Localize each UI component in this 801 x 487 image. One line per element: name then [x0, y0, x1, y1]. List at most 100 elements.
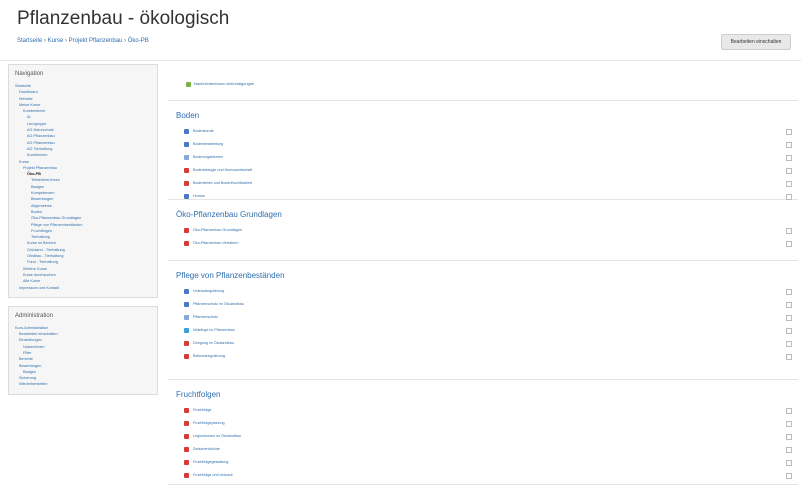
activity-row[interactable]: Düngung im Ökolandbau	[184, 339, 796, 349]
activity-link[interactable]: Nützlinge im Pflanzenbau	[193, 328, 235, 332]
navigation-list: Startseite Dashboard Website Meine Kurse Kur…	[15, 83, 151, 291]
activity-row[interactable]: Bodenbiologie und Humuswirtschaft	[184, 166, 796, 176]
activity-row[interactable]: Pflanzenschutz im Ökolandbau	[184, 300, 796, 310]
edit-mode-button[interactable]: Bearbeiten einschalten	[721, 34, 791, 50]
section-title[interactable]: Boden	[176, 111, 199, 120]
activity-row[interactable]: Nützlinge im Pflanzenbau	[184, 326, 796, 336]
pdf-icon	[184, 473, 189, 478]
activity-row[interactable]: Öko-Pflanzenbau Verfahren	[184, 239, 796, 249]
section-title[interactable]: Pflege von Pflanzenbeständen	[176, 271, 285, 280]
pdf-icon	[184, 341, 189, 346]
activity-link[interactable]: Pflanzenschutz im Ökolandbau	[193, 302, 244, 306]
course-section: Öko-Pflanzenbau Grundlagen Öko-Pflanzenba…	[168, 200, 798, 261]
course-section: Boden Bodenkunde Bodenbearbeitung Bodenorga…	[168, 101, 798, 200]
activity-link[interactable]: Zwischenfrüchte	[193, 447, 220, 451]
activity-row[interactable]: Bodenleben und Bodenfruchtbarkeit	[184, 179, 796, 189]
completion-checkbox[interactable]	[786, 354, 792, 360]
activity-row[interactable]: Beikrautregulierung	[184, 352, 796, 362]
activity-link[interactable]: Pflanzenschutz	[193, 315, 218, 319]
activity-row[interactable]: Bodenbearbeitung	[184, 140, 796, 150]
activity-row[interactable]: Bodenkunde	[184, 127, 796, 137]
sidebar: Navigation Startseite Dashboard Website Mei…	[8, 64, 158, 403]
breadcrumb[interactable]: Startseite › Kurse › Projekt Pflanzenbau…	[17, 38, 149, 44]
pdf-icon	[184, 460, 189, 465]
section-title[interactable]: Fruchtfolgen	[176, 390, 220, 399]
pdf-icon	[184, 408, 189, 413]
activity-row[interactable]: Fruchtfolge	[184, 406, 796, 416]
pdf-icon	[184, 447, 189, 452]
completion-checkbox[interactable]	[786, 302, 792, 308]
announcement-row[interactable]: Nachrichtenforum Ankündigungen	[168, 64, 798, 101]
completion-checkbox[interactable]	[786, 434, 792, 440]
activity-link[interactable]: Beikrautregulierung	[193, 354, 225, 358]
document-icon	[184, 129, 189, 134]
completion-checkbox[interactable]	[786, 460, 792, 466]
activity-link[interactable]: Bodenleben und Bodenfruchtbarkeit	[193, 181, 252, 185]
activity-row[interactable]: Pflanzenschutz	[184, 313, 796, 323]
activity-link[interactable]: Humus	[193, 194, 205, 198]
activity-row[interactable]: Unkrautregulierung	[184, 287, 796, 297]
completion-checkbox[interactable]	[786, 473, 792, 479]
pdf-icon	[184, 228, 189, 233]
activity-link[interactable]: Fruchtfolgegestaltung	[193, 460, 228, 464]
pdf-icon	[184, 181, 189, 186]
activity-link[interactable]: Bodenbiologie und Humuswirtschaft	[193, 168, 252, 172]
completion-checkbox[interactable]	[786, 289, 792, 295]
administration-block-title: Administration	[15, 312, 54, 319]
activity-link[interactable]: Düngung im Ökolandbau	[193, 341, 234, 345]
document-icon	[184, 142, 189, 147]
nav-item[interactable]: Impressum und Kontakt	[15, 285, 151, 291]
pdf-icon	[184, 354, 189, 359]
course-content: Nachrichtenforum Ankündigungen Boden Bode…	[168, 64, 798, 487]
completion-checkbox[interactable]	[786, 129, 792, 135]
course-section: Fruchtfolgen Fruchtfolge Fruchtfolgeplanun…	[168, 380, 798, 485]
activity-link[interactable]: Fruchtfolgeplanung	[193, 421, 225, 425]
image-icon	[184, 315, 189, 320]
completion-checkbox[interactable]	[786, 181, 792, 187]
activity-link[interactable]: Fruchtfolge	[193, 408, 211, 412]
activity-link[interactable]: Fruchtfolge und Unkraut	[193, 473, 233, 477]
activity-row[interactable]: Fruchtfolgeplanung	[184, 419, 796, 429]
pdf-icon	[184, 241, 189, 246]
document-icon	[184, 194, 189, 199]
completion-checkbox[interactable]	[786, 155, 792, 161]
completion-checkbox[interactable]	[786, 228, 792, 234]
completion-checkbox[interactable]	[786, 341, 792, 347]
administration-list: Kurs-Administration Bearbeiten einschalte…	[15, 325, 151, 388]
page-title: Pflanzenbau - ökologisch	[17, 8, 230, 29]
activity-row[interactable]: Leguminosen im Ökolandbau	[184, 432, 796, 442]
activity-row[interactable]: Zwischenfrüchte	[184, 445, 796, 455]
completion-checkbox[interactable]	[786, 315, 792, 321]
completion-checkbox[interactable]	[786, 168, 792, 174]
completion-checkbox[interactable]	[786, 447, 792, 453]
activity-link[interactable]: Bodenbearbeitung	[193, 142, 223, 146]
activity-link[interactable]: Bodenorganismen	[193, 155, 223, 159]
completion-checkbox[interactable]	[786, 142, 792, 148]
activity-row[interactable]: Fruchtfolge und Unkraut	[184, 471, 796, 481]
image-icon	[184, 155, 189, 160]
section-title[interactable]: Öko-Pflanzenbau Grundlagen	[176, 210, 282, 219]
course-section: Pflege von Pflanzenbeständen Unkrautregul…	[168, 261, 798, 380]
navigation-block: Navigation Startseite Dashboard Website Mei…	[8, 64, 158, 298]
activity-link[interactable]: Leguminosen im Ökolandbau	[193, 434, 241, 438]
activity-link[interactable]: Bodenkunde	[193, 129, 214, 133]
document-icon	[184, 289, 189, 294]
navigation-block-title: Navigation	[15, 71, 44, 77]
activity-link[interactable]: Öko-Pflanzenbau Grundlagen	[193, 228, 242, 232]
document-icon	[184, 302, 189, 307]
pdf-icon	[184, 421, 189, 426]
link-icon	[184, 328, 189, 333]
completion-checkbox[interactable]	[786, 421, 792, 427]
admin-item[interactable]: Wiederherstellen	[15, 381, 151, 387]
page-header: Pflanzenbau - ökologisch Startseite › Ku…	[0, 0, 801, 61]
activity-row[interactable]: Fruchtfolgegestaltung	[184, 458, 796, 468]
completion-checkbox[interactable]	[786, 408, 792, 414]
activity-link[interactable]: Unkrautregulierung	[193, 289, 224, 293]
forum-icon	[186, 82, 191, 87]
announcement-link[interactable]: Nachrichtenforum Ankündigungen	[194, 81, 254, 86]
activity-link[interactable]: Öko-Pflanzenbau Verfahren	[193, 241, 239, 245]
completion-checkbox[interactable]	[786, 241, 792, 247]
completion-checkbox[interactable]	[786, 328, 792, 334]
activity-row[interactable]: Bodenorganismen	[184, 153, 796, 163]
activity-row[interactable]: Öko-Pflanzenbau Grundlagen	[184, 226, 796, 236]
